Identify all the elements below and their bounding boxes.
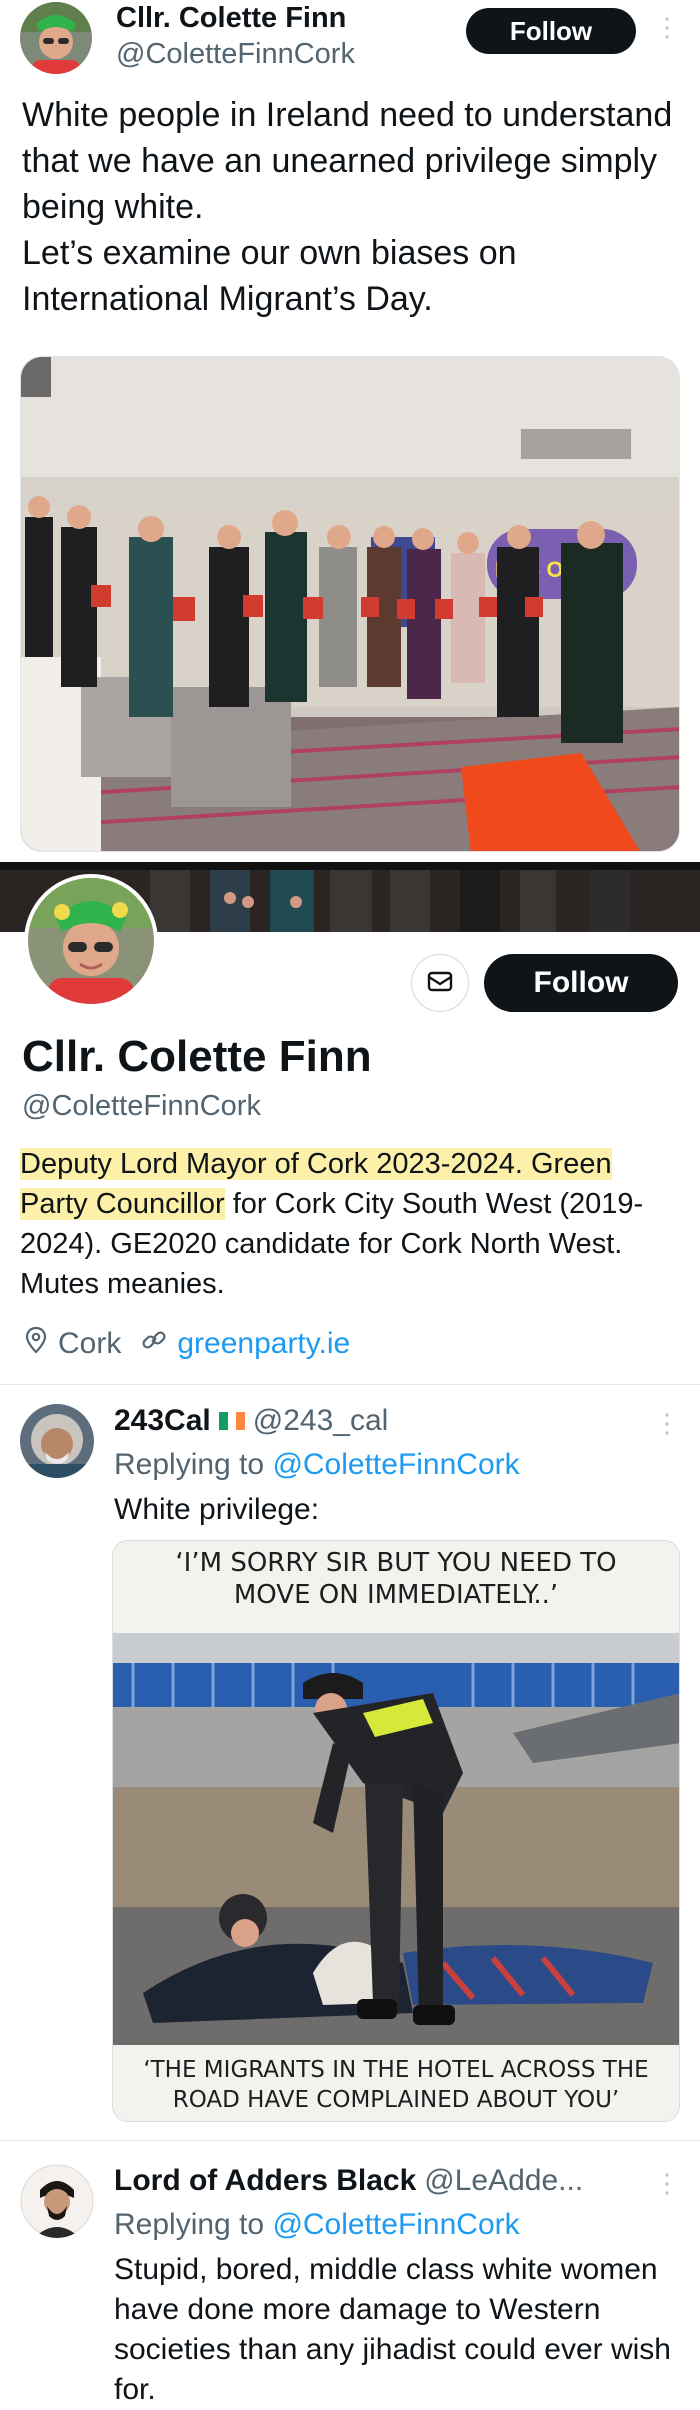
replying-to-link[interactable]: @ColetteFinnCork: [272, 1448, 519, 1481]
more-options-icon[interactable]: ⋮: [654, 1410, 680, 1436]
divider: [0, 2140, 700, 2141]
follow-button[interactable]: Follow: [466, 8, 636, 54]
location-text: Cork: [58, 1327, 122, 1360]
location-row: Cork greenparty.ie: [24, 1326, 350, 1362]
message-button[interactable]: [411, 954, 469, 1012]
reply-author-name[interactable]: Lord of Adders Black: [114, 2164, 416, 2198]
profile-name: Cllr. Colette Finn: [22, 1032, 372, 1081]
reply-header: 243Cal @243_cal: [114, 1404, 388, 1438]
more-options-icon[interactable]: ⋮: [654, 2170, 680, 2196]
website-link[interactable]: greenparty.ie: [177, 1327, 350, 1361]
tweet-photo[interactable]: ERS OMA: [20, 356, 680, 852]
profile-bio: Deputy Lord Mayor of Cork 2023-2024. Gre…: [20, 1144, 684, 1304]
more-options-icon[interactable]: ⋮: [654, 14, 680, 40]
profile-follow-button[interactable]: Follow: [484, 954, 678, 1012]
reply-author-handle[interactable]: @243_cal: [253, 1404, 389, 1438]
divider: [0, 1384, 700, 1385]
author-avatar[interactable]: [20, 2, 92, 74]
tweet-text: White people in Ireland need to understa…: [22, 96, 673, 318]
replying-to-line: Replying to @ColetteFinnCork: [114, 1448, 520, 1481]
meme-photo: [113, 1633, 679, 2045]
profile-avatar[interactable]: [24, 874, 158, 1008]
profile-handle: @ColetteFinnCork: [22, 1090, 261, 1122]
location-pin-icon: [24, 1326, 48, 1362]
author-name[interactable]: Cllr. Colette Finn: [116, 2, 346, 35]
meme-bottom-caption: ‘THE MIGRANTS IN THE HOTEL ACROSS THE RO…: [113, 2047, 679, 2121]
replying-to-line: Replying to @ColetteFinnCork: [114, 2208, 520, 2241]
reply-header: Lord of Adders Black @LeAdde...: [114, 2164, 583, 2198]
reply-avatar[interactable]: [20, 2164, 94, 2238]
link-icon: [141, 1327, 167, 1361]
meme-top-caption: ‘I’M SORRY SIR BUT YOU NEED TO MOVE ON I…: [113, 1547, 679, 1633]
ireland-flag-icon: [218, 1412, 245, 1430]
reply-author-handle[interactable]: @LeAdde...: [424, 2164, 583, 2198]
reply-author-name[interactable]: 243Cal: [114, 1404, 211, 1438]
author-handle[interactable]: @ColetteFinnCork: [116, 38, 355, 71]
reply-text: White privilege:: [114, 1493, 320, 1526]
reply-avatar[interactable]: [20, 1404, 94, 1478]
mail-icon: [425, 966, 455, 1001]
replying-to-link[interactable]: @ColetteFinnCork: [272, 2208, 519, 2241]
reply-meme-image[interactable]: ‘I’M SORRY SIR BUT YOU NEED TO MOVE ON I…: [112, 1540, 680, 2122]
reply-text: Stupid, bored, middle class white women …: [114, 2253, 671, 2406]
